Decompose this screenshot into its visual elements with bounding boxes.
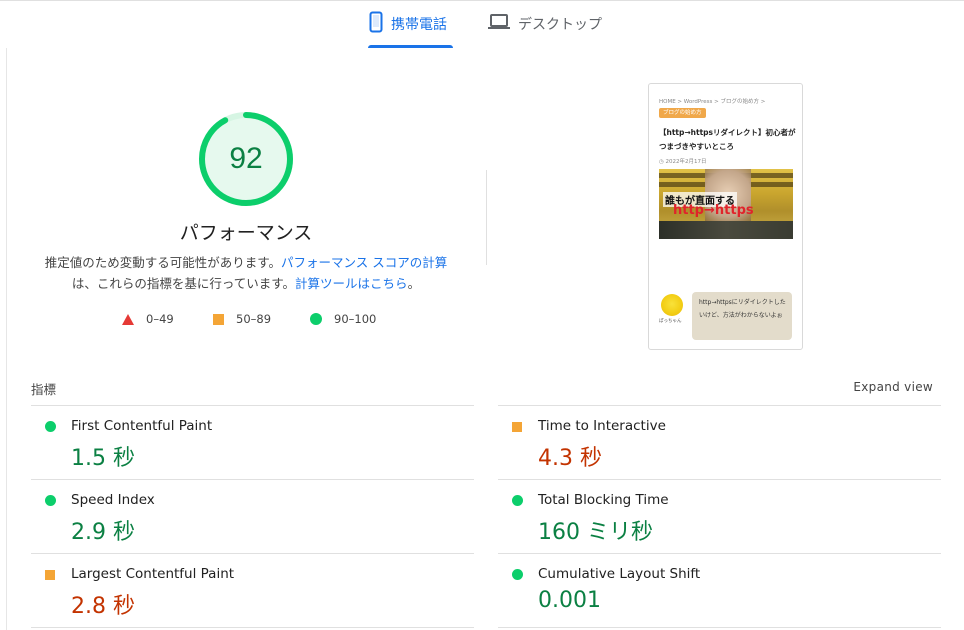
device-tabs: 携帯電話 デスクトップ xyxy=(0,0,964,50)
legend-pass: 90–100 xyxy=(310,312,376,326)
legend-average: 50–89 xyxy=(213,312,271,326)
desc-prefix: 推定値のため変動する可能性があります。 xyxy=(44,255,282,270)
thumb-avatar-name: ぽっちゃん xyxy=(659,319,682,324)
pass-circle-icon xyxy=(512,569,523,580)
calculator-link[interactable]: 計算ツールはこちら xyxy=(295,276,408,291)
score-description: 推定値のため変動する可能性があります。パフォーマンス スコアの計算 は、これらの… xyxy=(40,252,452,294)
metric-largest-contentful-paint: Largest Contentful Paint 2.8 秒 xyxy=(31,554,471,628)
metric-cumulative-layout-shift: Cumulative Layout Shift 0.001 xyxy=(498,554,938,628)
image-bottom xyxy=(659,221,793,239)
metric-separator xyxy=(498,627,941,628)
thumb-bubble-text: http→httpsにリダイレクトしたいけど、方法がわからないよぉ xyxy=(699,299,786,319)
circle-icon xyxy=(310,313,322,325)
active-tab-indicator xyxy=(368,45,453,48)
legend-pass-label: 90–100 xyxy=(334,312,377,326)
section-divider xyxy=(486,170,487,265)
tab-mobile[interactable]: 携帯電話 xyxy=(369,11,447,37)
desc-end: 。 xyxy=(407,276,421,291)
legend-average-label: 50–89 xyxy=(236,312,272,326)
legend-fail: 0–49 xyxy=(122,312,174,326)
square-icon xyxy=(213,313,224,325)
mobile-phone-icon xyxy=(369,11,383,37)
thumb-date: ◷ 2022年2月17日 xyxy=(659,159,707,165)
laptop-icon xyxy=(488,13,510,35)
metric-name: Largest Contentful Paint xyxy=(71,566,235,582)
tab-desktop-label: デスクトップ xyxy=(518,17,602,33)
thumb-category-badge: ブログの始め方 xyxy=(659,108,706,118)
metric-value: 4.3 秒 xyxy=(538,446,602,471)
tab-mobile-label: 携帯電話 xyxy=(391,17,447,33)
metric-separator xyxy=(31,627,474,628)
metric-value: 160 ミリ秒 xyxy=(538,520,653,545)
legend-fail-label: 0–49 xyxy=(146,312,174,326)
metric-name: First Contentful Paint xyxy=(71,418,213,434)
pass-circle-icon xyxy=(512,495,523,506)
average-square-icon xyxy=(45,570,55,580)
metric-time-to-interactive: Time to Interactive 4.3 秒 xyxy=(498,406,938,480)
metric-first-contentful-paint: First Contentful Paint 1.5 秒 xyxy=(31,406,471,480)
thumb-featured-image: 誰もが直面する http→https xyxy=(659,169,793,239)
desc-middle: は、これらの指標を基に行っています。 xyxy=(71,276,296,291)
average-square-icon xyxy=(512,422,522,432)
triangle-icon xyxy=(122,313,134,325)
chick-avatar-icon xyxy=(661,294,683,316)
metric-name: Speed Index xyxy=(71,492,155,508)
pagespeed-report: 携帯電話 デスクトップ 92 パフォーマンス 推定値のため変動する可能性がありま… xyxy=(0,0,964,630)
image-caption-line2: http→https xyxy=(673,203,754,218)
metric-value: 0.001 xyxy=(538,588,601,613)
metric-value: 2.9 秒 xyxy=(71,520,135,545)
expand-view-button[interactable]: Expand view xyxy=(853,380,933,394)
metric-value: 1.5 秒 xyxy=(71,446,135,471)
metric-name: Time to Interactive xyxy=(538,418,666,434)
metric-total-blocking-time: Total Blocking Time 160 ミリ秒 xyxy=(498,480,938,554)
page-screenshot-thumbnail: HOME > WordPress > ブログの始め方 > ブログの始め方 【ht… xyxy=(648,83,803,350)
performance-gauge: 92 xyxy=(197,110,295,208)
performance-score: 92 xyxy=(229,142,263,175)
thumb-article-title: 【http→httpsリダイレクト】初心者がつまづきやすいところ xyxy=(659,128,796,151)
thumb-breadcrumb: HOME > WordPress > ブログの始め方 > xyxy=(659,99,766,105)
pass-circle-icon xyxy=(45,421,56,432)
metric-name: Cumulative Layout Shift xyxy=(538,566,701,582)
tab-desktop[interactable]: デスクトップ xyxy=(488,12,602,36)
metric-value: 2.8 秒 xyxy=(71,594,135,619)
metric-name: Total Blocking Time xyxy=(538,492,669,508)
metric-speed-index: Speed Index 2.9 秒 xyxy=(31,480,471,554)
score-calc-link[interactable]: パフォーマンス スコアの計算 xyxy=(281,255,447,270)
metrics-heading: 指標 xyxy=(31,382,57,397)
pass-circle-icon xyxy=(45,495,56,506)
gauge-title: パフォーマンス xyxy=(179,222,313,244)
left-divider xyxy=(6,48,7,630)
